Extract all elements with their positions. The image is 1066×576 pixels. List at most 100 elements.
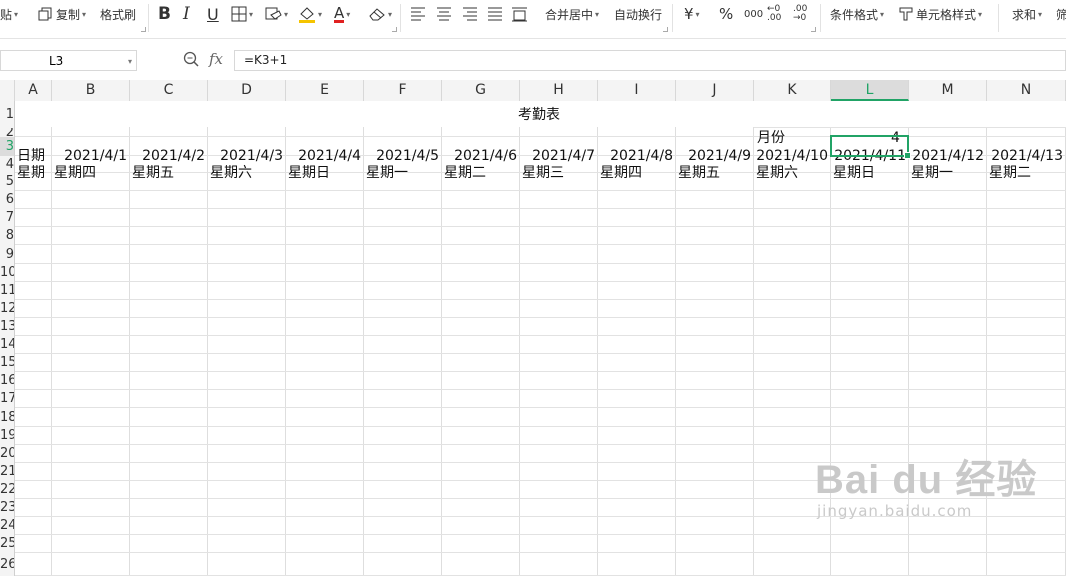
currency-button[interactable]: ¥ ▾	[684, 0, 700, 28]
column-header-g[interactable]: G	[442, 80, 520, 101]
row-header-5[interactable]: 5	[0, 173, 15, 191]
bold-button[interactable]: B	[158, 0, 171, 28]
fill-handle[interactable]	[904, 152, 911, 159]
row-header-26[interactable]: 26	[0, 553, 15, 576]
decrease-decimal-button[interactable]: .00 →0	[793, 0, 813, 28]
insert-function-button[interactable]: fx	[209, 50, 223, 68]
row-header-9[interactable]: 9	[0, 245, 15, 264]
fill-color-button[interactable]: ▾	[298, 0, 322, 28]
merge-center-button[interactable]: 合并居中 ▾	[545, 0, 599, 28]
sum-button[interactable]: 求和 ▾	[1012, 0, 1042, 28]
date-cell[interactable]: 2021/4/3	[208, 147, 283, 165]
date-cell[interactable]: 2021/4/8	[598, 147, 673, 165]
weekday-label-cell[interactable]: 星期	[17, 164, 45, 182]
weekday-cell[interactable]: 星期日	[288, 164, 330, 182]
dialog-launcher-icon[interactable]	[663, 27, 668, 32]
percent-button[interactable]: %	[719, 0, 733, 28]
column-header-i[interactable]: I	[598, 80, 676, 101]
increase-decimal-button[interactable]: ←0 .00	[767, 0, 787, 28]
row-header-8[interactable]: 8	[0, 227, 15, 245]
underline-button[interactable]: U	[207, 0, 219, 28]
column-header-l[interactable]: L	[831, 80, 909, 101]
distributed-align-button[interactable]	[511, 0, 528, 28]
weekday-cell[interactable]: 星期二	[444, 164, 486, 182]
row-header-16[interactable]: 16	[0, 372, 15, 390]
conditional-format-button[interactable]: 条件格式 ▾	[830, 0, 884, 28]
row-header-3[interactable]: 3	[0, 137, 15, 156]
clear-button[interactable]: ▾	[368, 0, 392, 28]
row-header-7[interactable]: 7	[0, 209, 15, 227]
row-header-14[interactable]: 14	[0, 336, 15, 354]
row-header-13[interactable]: 13	[0, 318, 15, 336]
weekday-cell[interactable]: 星期五	[132, 164, 174, 182]
date-cell[interactable]: 2021/4/7	[520, 147, 595, 165]
row-header-11[interactable]: 11	[0, 282, 15, 300]
sheet-title[interactable]: 考勤表	[518, 106, 560, 124]
date-cell[interactable]: 2021/4/12	[909, 147, 984, 165]
column-header-k[interactable]: K	[754, 80, 831, 101]
formula-input[interactable]: =K3+1	[234, 50, 1066, 71]
row-header-6[interactable]: 6	[0, 191, 15, 209]
align-middle-button[interactable]	[436, 0, 452, 28]
column-header-f[interactable]: F	[364, 80, 442, 101]
weekday-cell[interactable]: 星期四	[54, 164, 96, 182]
weekday-cell[interactable]: 星期一	[366, 164, 408, 182]
chevron-down-icon[interactable]: ▾	[128, 51, 132, 72]
filter-button[interactable]: 筛	[1056, 0, 1066, 28]
weekday-cell[interactable]: 星期一	[911, 164, 953, 182]
row-header-19[interactable]: 19	[0, 427, 15, 445]
date-cell[interactable]: 2021/4/10	[754, 147, 828, 165]
dialog-launcher-icon[interactable]	[392, 27, 397, 32]
month-label-cell[interactable]: 月份	[757, 129, 785, 147]
column-header-n[interactable]: N	[987, 80, 1066, 101]
row-header-2[interactable]: 2	[0, 128, 15, 137]
align-right-button[interactable]	[462, 0, 478, 28]
weekday-cell[interactable]: 星期日	[833, 164, 875, 182]
name-box[interactable]: L3 ▾	[0, 50, 137, 71]
cell-fill-style-button[interactable]: ▾	[265, 0, 288, 28]
paste-button[interactable]: 贴 ▾	[0, 0, 18, 28]
row-header-20[interactable]: 20	[0, 445, 15, 463]
active-cell-selection[interactable]	[830, 135, 911, 159]
column-header-j[interactable]: J	[676, 80, 754, 101]
row-header-18[interactable]: 18	[0, 408, 15, 427]
date-cell[interactable]: 2021/4/2	[130, 147, 205, 165]
column-header-a[interactable]: A	[15, 80, 52, 101]
row-header-12[interactable]: 12	[0, 300, 15, 318]
date-cell[interactable]: 2021/4/6	[442, 147, 517, 165]
row-header-24[interactable]: 24	[0, 517, 15, 535]
copy-button[interactable]: 复制 ▾	[38, 0, 86, 28]
row-header-23[interactable]: 23	[0, 499, 15, 517]
wrap-text-button[interactable]: 自动换行	[614, 0, 662, 28]
row-header-15[interactable]: 15	[0, 354, 15, 372]
font-color-button[interactable]: A ▾	[334, 0, 350, 28]
italic-button[interactable]: I	[183, 0, 190, 28]
column-header-e[interactable]: E	[286, 80, 364, 101]
row-header-17[interactable]: 17	[0, 390, 15, 408]
dialog-launcher-icon[interactable]	[141, 27, 146, 32]
date-cell[interactable]: 2021/4/13	[987, 147, 1063, 165]
row-header-25[interactable]: 25	[0, 535, 15, 553]
thousands-separator-button[interactable]: 000	[744, 0, 763, 28]
column-header-d[interactable]: D	[208, 80, 286, 101]
weekday-cell[interactable]: 星期六	[210, 164, 252, 182]
align-top-button[interactable]	[410, 0, 426, 28]
column-header-c[interactable]: C	[130, 80, 208, 101]
justify-button[interactable]	[487, 0, 503, 28]
weekday-cell[interactable]: 星期三	[522, 164, 564, 182]
format-painter-button[interactable]: 格式刷	[100, 0, 136, 28]
select-all-corner[interactable]	[0, 80, 15, 101]
dialog-launcher-icon[interactable]	[811, 27, 816, 32]
borders-button[interactable]: ▾	[231, 0, 253, 28]
row-header-1[interactable]: 1	[0, 101, 15, 128]
weekday-cell[interactable]: 星期六	[756, 164, 798, 182]
date-cell[interactable]: 2021/4/5	[364, 147, 439, 165]
zoom-icon[interactable]	[183, 51, 199, 71]
weekday-cell[interactable]: 星期四	[600, 164, 642, 182]
date-cell[interactable]: 2021/4/1	[52, 147, 127, 165]
column-header-b[interactable]: B	[52, 80, 130, 101]
weekday-cell[interactable]: 星期五	[678, 164, 720, 182]
row-header-21[interactable]: 21	[0, 463, 15, 481]
date-cell[interactable]: 2021/4/4	[286, 147, 361, 165]
date-label-cell[interactable]: 日期	[17, 147, 45, 165]
